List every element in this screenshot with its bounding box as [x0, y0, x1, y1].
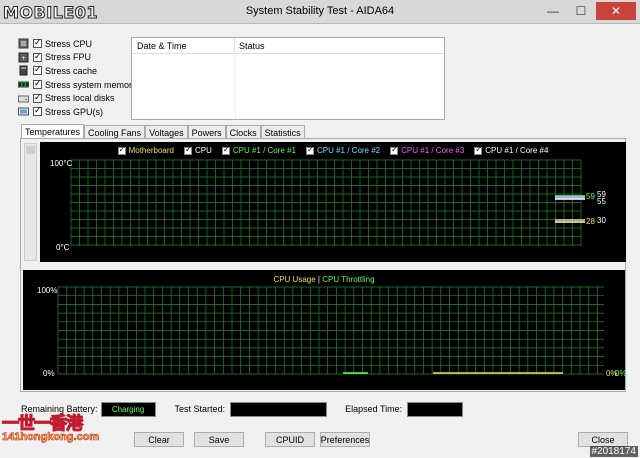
legend-checkbox[interactable]	[305, 145, 314, 155]
stress-memory-checkbox[interactable]	[33, 78, 42, 90]
temp-y-top-label: 100°C	[50, 159, 73, 168]
usage-y-top-label: 100%	[37, 286, 58, 295]
memory-icon	[18, 81, 29, 88]
status-log-table[interactable]: Date & Time Status	[131, 37, 445, 120]
legend-checkbox[interactable]	[221, 145, 230, 155]
stress-item-cache[interactable]: Stress cache	[18, 64, 137, 78]
legend-checkbox[interactable]	[474, 145, 483, 155]
temp-value-label: 28	[586, 217, 595, 226]
temp-y-bottom-label: 0°C	[56, 243, 70, 252]
stress-options: Stress CPU + Stress FPU Stress cache Str…	[18, 37, 137, 119]
stress-item-label: Stress local disks	[45, 93, 115, 104]
legend-core-4[interactable]: CPU #1 / Core #4	[474, 145, 549, 155]
temperature-graph: Motherboard CPU CPU #1 / Core #1 CPU #1 …	[40, 142, 626, 262]
tab-temperatures[interactable]: Temperatures	[21, 124, 85, 139]
stress-gpu-checkbox[interactable]	[33, 105, 42, 117]
disk-icon	[18, 95, 29, 103]
gpu-icon	[18, 107, 29, 116]
watermark-site-logo: 一世一香港 141hongkong.com	[1, 414, 100, 443]
legend-checkbox[interactable]	[183, 145, 192, 155]
maximize-button[interactable]: ☐	[568, 2, 594, 20]
stress-item-cpu[interactable]: Stress CPU	[18, 37, 137, 51]
cpu-icon	[18, 38, 29, 49]
temp-value-label: 55	[597, 197, 606, 206]
legend-cpu-usage: CPU Usage	[273, 275, 316, 284]
log-column-datetime[interactable]: Date & Time	[132, 38, 235, 53]
stress-item-fpu[interactable]: + Stress FPU	[18, 51, 137, 65]
stress-disks-checkbox[interactable]	[33, 92, 42, 103]
fpu-icon: +	[18, 52, 29, 63]
stress-item-gpu[interactable]: Stress GPU(s)	[18, 105, 137, 119]
battery-label: Remaining Battery:	[21, 404, 98, 414]
elapsed-time-label: Elapsed Time:	[345, 404, 403, 414]
legend-label: CPU #1 / Core #3	[401, 146, 465, 155]
temp-value-label: 59	[586, 192, 595, 201]
tab-statistics[interactable]: Statistics	[260, 125, 305, 139]
stress-item-label: Stress system memory	[45, 79, 137, 90]
log-header: Date & Time Status	[132, 38, 444, 54]
test-started-value	[230, 401, 328, 417]
legend-label: CPU	[194, 146, 212, 155]
scrollbar-thumb[interactable]	[26, 146, 35, 154]
stress-item-label: Stress CPU	[45, 38, 93, 49]
temperatures-panel: Motherboard CPU CPU #1 / Core #1 CPU #1 …	[20, 138, 627, 392]
legend-label: CPU #1 / Core #1	[232, 146, 296, 155]
legend-label: Motherboard	[128, 146, 174, 155]
tab-clocks[interactable]: Clocks	[225, 125, 261, 139]
stress-fpu-checkbox[interactable]	[33, 51, 42, 62]
stress-item-label: Stress cache	[45, 65, 98, 76]
legend-checkbox[interactable]	[390, 145, 399, 155]
stress-cache-checkbox[interactable]	[33, 64, 42, 76]
title-bar: MOBILE01 System Stability Test - AIDA64 …	[0, 0, 640, 24]
legend-cpu[interactable]: CPU	[183, 145, 212, 155]
battery-status: Charging	[100, 401, 156, 417]
stress-item-label: Stress FPU	[45, 52, 92, 63]
temperature-legend: Motherboard CPU CPU #1 / Core #1 CPU #1 …	[40, 145, 626, 155]
usage-value-label: 0%	[615, 369, 627, 378]
close-window-button[interactable]: ✕	[596, 2, 636, 20]
stress-item-label: Stress GPU(s)	[45, 106, 104, 117]
legend-checkbox[interactable]	[117, 145, 126, 155]
cpuid-button[interactable]: CPUID	[265, 432, 315, 447]
svg-text:+: +	[21, 55, 26, 62]
window-controls: — ☐ ✕	[540, 2, 636, 20]
status-row: Remaining Battery: Charging Test Started…	[21, 400, 621, 418]
temperature-grid	[70, 159, 585, 246]
watermark-line-1: 一世一香港	[1, 414, 83, 433]
clear-button[interactable]: Clear	[134, 432, 184, 447]
legend-core-2[interactable]: CPU #1 / Core #2	[305, 145, 381, 155]
legend-label: CPU #1 / Core #2	[316, 146, 381, 155]
tab-cooling-fans[interactable]: Cooling Fans	[84, 125, 146, 139]
cache-icon	[19, 65, 28, 76]
legend-core-1[interactable]: CPU #1 / Core #1	[221, 145, 296, 155]
minimize-button[interactable]: —	[540, 2, 566, 20]
preferences-button[interactable]: Preferences	[320, 432, 370, 447]
cpu-usage-graph: CPU Usage | CPU Throttling 100% 0% 0% 0%	[23, 270, 627, 390]
tab-voltages[interactable]: Voltages	[145, 125, 188, 139]
log-column-status[interactable]: Status	[235, 41, 265, 51]
legend-core-3[interactable]: CPU #1 / Core #3	[390, 145, 465, 155]
graph-tabs: Temperatures Cooling Fans Voltages Power…	[21, 124, 305, 139]
watermark-id: #2018174	[589, 446, 638, 457]
legend-separator: |	[317, 275, 320, 284]
graph-scrollbar[interactable]	[24, 143, 37, 261]
client-area: Stress CPU + Stress FPU Stress cache Str…	[6, 25, 634, 455]
usage-grid	[57, 286, 604, 375]
watermark-line-2: 141hongkong.com	[2, 431, 100, 443]
close-button[interactable]: Close	[578, 432, 628, 447]
stress-item-disks[interactable]: Stress local disks	[18, 91, 137, 105]
legend-cpu-throttling: CPU Throttling	[322, 275, 375, 284]
usage-legend: CPU Usage | CPU Throttling	[23, 275, 625, 284]
temp-value-label: 30	[597, 216, 606, 225]
usage-y-bottom-label: 0%	[43, 369, 55, 378]
legend-label: CPU #1 / Core #4	[485, 146, 549, 155]
stress-item-memory[interactable]: Stress system memory	[18, 78, 137, 92]
legend-motherboard[interactable]: Motherboard	[117, 145, 174, 155]
test-started-label: Test Started:	[174, 404, 226, 414]
stress-cpu-checkbox[interactable]	[33, 37, 42, 49]
tab-powers[interactable]: Powers	[187, 125, 226, 139]
elapsed-time-value	[407, 401, 464, 417]
save-button[interactable]: Save	[194, 432, 244, 447]
log-column-divider	[235, 54, 236, 119]
